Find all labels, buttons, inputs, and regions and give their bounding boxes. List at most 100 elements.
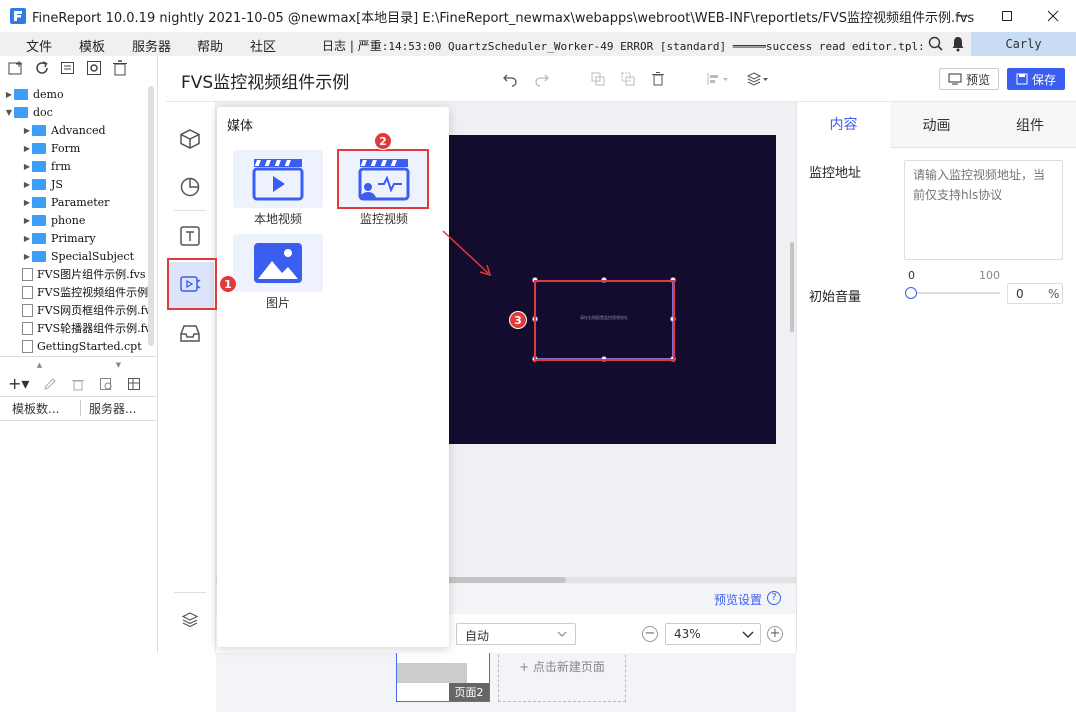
monitor-video-label[interactable]: 监控视频 <box>339 210 429 227</box>
tree-file[interactable]: FVS网页框组件示例.fvs <box>22 301 148 319</box>
zoom-in-icon[interactable]: + <box>767 626 783 642</box>
log-line[interactable]: 日志 | 严重:14:53:00 QuartzScheduler_Worker-… <box>322 37 922 54</box>
zoom-out-icon[interactable]: − <box>642 626 658 642</box>
menu-help[interactable]: 帮助 <box>197 36 223 55</box>
preview-settings-link[interactable]: 预览设置 <box>714 591 762 608</box>
initial-volume-label: 初始音量 <box>809 290 862 305</box>
menu-template[interactable]: 模板 <box>79 36 105 55</box>
tab-content[interactable]: 内容 <box>797 102 890 148</box>
expand-icon[interactable]: ▶ <box>22 126 32 135</box>
tree-folder[interactable]: ▶ SpecialSubject <box>22 247 134 265</box>
preview-button[interactable]: 预览 <box>939 68 999 90</box>
volume-max: 100 <box>979 269 1000 282</box>
volume-track[interactable] <box>910 292 1000 294</box>
new-folder-icon[interactable] <box>8 60 24 76</box>
maximize-icon[interactable] <box>984 0 1030 32</box>
pie-chart-icon[interactable] <box>177 174 203 200</box>
tree-folder[interactable]: ▶ JS <box>22 175 63 193</box>
expand-icon[interactable]: ▶ <box>22 252 32 261</box>
expand-icon[interactable]: ▶ <box>22 162 32 171</box>
expand-icon[interactable]: ▶ <box>22 216 32 225</box>
collapse-icon[interactable]: ▼ <box>4 108 14 117</box>
folder-icon <box>32 196 46 208</box>
image-icon <box>254 243 302 283</box>
tree-file[interactable]: GettingStarted.cpt <box>22 337 142 355</box>
image-label[interactable]: 图片 <box>233 294 323 311</box>
locate-icon[interactable] <box>60 60 76 76</box>
remove-icon[interactable] <box>71 377 85 391</box>
fit-mode-select[interactable]: 自动 <box>456 623 576 645</box>
tree-folder[interactable]: ▶ Primary <box>22 229 96 247</box>
volume-input[interactable]: 0 % <box>1007 283 1063 304</box>
expand-icon[interactable]: ▶ <box>22 180 32 189</box>
expand-icon[interactable]: ▶ <box>22 198 32 207</box>
tree-folder[interactable]: ▼ doc <box>4 103 53 121</box>
minimize-icon[interactable] <box>940 0 986 32</box>
tab-animation[interactable]: 动画 <box>890 102 983 148</box>
menu-file[interactable]: 文件 <box>26 36 52 55</box>
menu-server[interactable]: 服务器 <box>132 36 171 55</box>
help-icon[interactable]: ? <box>767 591 781 605</box>
menu-community[interactable]: 社区 <box>250 36 276 55</box>
folder-icon <box>32 124 46 136</box>
undo-icon[interactable] <box>502 71 518 87</box>
window-title: FineReport 10.0.19 nightly 2021-10-05 @n… <box>32 10 975 26</box>
user-account[interactable]: Carly <box>971 32 1076 56</box>
tab-server-dataset[interactable]: 服务器... <box>89 396 136 420</box>
annotation-arrow <box>442 230 492 277</box>
bell-icon[interactable] <box>951 36 965 52</box>
preview-data-icon[interactable] <box>99 377 113 391</box>
tree-folder[interactable]: ▶ Form <box>22 139 80 157</box>
tab-component[interactable]: 组件 <box>983 102 1076 148</box>
delete-icon[interactable] <box>112 60 128 76</box>
settings-icon[interactable] <box>86 60 102 76</box>
inbox-icon[interactable] <box>177 320 203 346</box>
align-icon[interactable] <box>706 71 730 87</box>
tab-template-dataset[interactable]: 模板数... <box>12 396 59 420</box>
volume-slider-thumb[interactable] <box>905 287 917 299</box>
tree-folder[interactable]: ▶ Advanced <box>22 121 106 139</box>
redo-icon[interactable] <box>534 71 550 87</box>
paste-icon[interactable] <box>620 71 636 87</box>
chevron-down-icon <box>742 631 754 638</box>
search-icon[interactable] <box>928 36 944 52</box>
folder-icon <box>32 250 46 262</box>
file-icon <box>22 339 33 353</box>
annotation-badge-1: 1 <box>219 275 237 293</box>
finereport-logo-icon <box>10 8 26 24</box>
grid-icon[interactable] <box>127 377 141 391</box>
layers-icon[interactable] <box>177 607 203 633</box>
expand-icon[interactable]: ▶ <box>22 144 32 153</box>
edit-icon[interactable] <box>43 377 57 391</box>
delete-widget-icon[interactable] <box>650 71 666 87</box>
volume-min: 0 <box>908 269 915 282</box>
refresh-icon[interactable] <box>34 60 50 76</box>
canvas-vertical-scrollbar[interactable] <box>790 242 794 332</box>
close-icon[interactable] <box>1030 0 1076 32</box>
cube-icon[interactable] <box>177 126 203 152</box>
add-icon[interactable]: +▾ <box>8 374 29 393</box>
tree-file[interactable]: FVS轮播器组件示例.fvs <box>22 319 148 337</box>
tree-file[interactable]: FVS监控视频组件示例.fvs <box>22 283 148 301</box>
local-video-label[interactable]: 本地视频 <box>233 210 323 227</box>
layer-order-icon[interactable] <box>746 71 770 87</box>
folder-icon <box>32 214 46 226</box>
image-card[interactable] <box>233 234 323 292</box>
tree-file[interactable]: FVS图片组件示例.fvs <box>22 265 146 283</box>
splitter-handle[interactable]: ▲ ▼ <box>0 358 158 372</box>
expand-icon[interactable]: ▶ <box>4 90 14 99</box>
zoom-select[interactable]: 43% <box>665 623 761 645</box>
tree-scrollbar[interactable] <box>148 86 154 346</box>
tree-folder[interactable]: ▶ phone <box>22 211 85 229</box>
expand-icon[interactable]: ▶ <box>22 234 32 243</box>
folder-icon <box>32 142 46 154</box>
monitor-url-input[interactable] <box>904 160 1063 260</box>
tree-folder[interactable]: ▶ frm <box>22 157 71 175</box>
tree-folder[interactable]: ▶ Parameter <box>22 193 110 211</box>
save-button[interactable]: 保存 <box>1007 68 1065 90</box>
local-video-card[interactable] <box>233 150 323 208</box>
tree-item-label: GettingStarted.cpt <box>37 339 142 353</box>
text-icon[interactable] <box>177 223 203 249</box>
copy-icon[interactable] <box>590 71 606 87</box>
tree-folder[interactable]: ▶ demo <box>4 86 64 103</box>
